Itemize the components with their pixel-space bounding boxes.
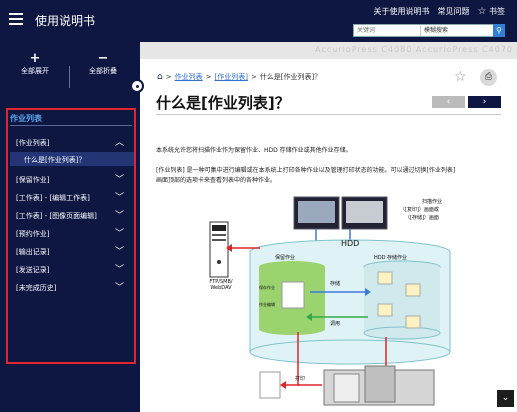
chevron-down-icon: ﹀ <box>114 211 124 221</box>
sidebar-item-output-record[interactable]: [输出记录] ﹀ <box>16 244 134 259</box>
bookmark-star-icon[interactable]: ☆ <box>454 69 467 85</box>
server-label: FTP/SMB/ WebDAV <box>209 279 233 291</box>
sidebar-tools: + 全部展开 − 全部折叠 <box>0 52 140 88</box>
bookmark-label: 书签 <box>489 7 505 16</box>
search-input[interactable] <box>354 25 414 36</box>
side-label-2: 作业编辑 <box>259 302 275 307</box>
home-icon[interactable]: ⌂ <box>157 72 163 82</box>
paragraph-intro: 本系统允许您将扫描作业作为保留作业、HDD 存储作业或其他作业存储。 <box>156 147 352 154</box>
scan-job-sub-2: （[存储]）画面 <box>405 215 439 221</box>
sidebar: + 全部展开 − 全部折叠 作业列表 [作业列表] ︿ 什么是[作业列表]？ [… <box>0 42 140 412</box>
chevron-down-icon: ﹀ <box>114 193 124 203</box>
hdd-job-label: HDD 存储作业 <box>374 255 408 261</box>
title-divider <box>156 114 501 115</box>
sidebar-item-incomplete-history[interactable]: [未完成历史] ﹀ <box>16 280 134 295</box>
expand-all-label: 全部展开 <box>21 67 49 75</box>
print-icon[interactable]: ⎙ <box>480 69 497 86</box>
sidebar-item-image-page-edit[interactable]: [工作表] - [图像页面编辑] ﹀ <box>16 208 134 223</box>
sidebar-item-label: [作业列表] <box>16 139 50 147</box>
about-link[interactable]: 关于使用说明书 <box>373 6 429 17</box>
sidebar-item-send-record[interactable]: [发送记录] ﹀ <box>16 262 134 277</box>
sidebar-item-label: [工作表] - [编辑工作表] <box>16 194 90 202</box>
sidebar-item-label: 什么是[作业列表]？ <box>24 156 86 164</box>
expand-all-button[interactable]: + 全部展开 <box>5 52 65 76</box>
product-banner: AccurioPress C4080 AccurioPress C4070 <box>140 42 517 59</box>
paragraph-desc-line2: 画面顶部的选项卡来查看列表中的各种作业。 <box>156 177 277 184</box>
sidebar-item-label: [发送记录] <box>16 266 50 274</box>
scan-job-label: 扫描作业 <box>422 199 443 205</box>
page-title: 什么是[作业列表]？ <box>156 94 290 112</box>
menu-icon[interactable] <box>9 13 23 25</box>
breadcrumb-current: 什么是[作业列表]？ <box>259 73 322 81</box>
job-flow-diagram: 扫描作业 （[复印]）画面或 （[存储]）画面 HDD HDD 存储作业 保留作… <box>200 192 500 407</box>
chevron-right-icon: › <box>482 97 487 107</box>
search-button[interactable]: ⚲ <box>493 24 505 37</box>
section-title: 作业列表 <box>10 114 42 123</box>
bookmark-link[interactable]: ☆ 书签 <box>477 6 505 17</box>
paragraph-desc-line1: [作业列表] 是一种可集中进行编辑或在本系统上打印各种作业以及管理打印状态的功能… <box>156 167 456 174</box>
minus-icon: − <box>97 51 109 66</box>
sidebar-item-label: [未完成历史] <box>16 284 57 292</box>
chevron-down-icon: ⌄ <box>501 393 510 403</box>
sidebar-item-label: [输出记录] <box>16 248 50 256</box>
star-icon: ☆ <box>477 6 487 17</box>
scan-job-sub-1: （[复印]）画面或 <box>400 207 439 213</box>
sidebar-item-hold-job[interactable]: [保留作业] ﹀ <box>16 172 134 187</box>
chevron-left-icon: ‹ <box>446 97 451 107</box>
tools-divider <box>69 66 70 88</box>
faq-link[interactable]: 常见问题 <box>437 6 469 17</box>
collapse-all-label: 全部折叠 <box>89 67 117 75</box>
store-label: 存储 <box>330 281 341 287</box>
top-links: 关于使用说明书 常见问题 ☆ 书签 <box>373 6 505 17</box>
section-divider <box>10 125 132 126</box>
breadcrumb-link[interactable]: [作业列表] <box>214 72 247 82</box>
sidebar-item-label: [保留作业] <box>16 176 50 184</box>
collapse-all-button[interactable]: − 全部折叠 <box>73 52 133 76</box>
search-icon: ⚲ <box>496 26 502 35</box>
sidebar-item-what-is-job-list[interactable]: 什么是[作业列表]？ <box>10 152 134 166</box>
sidebar-item-label: [预约作业] <box>16 230 50 238</box>
chevron-up-icon: ︿ <box>114 138 124 148</box>
side-label-1: 保存作业 <box>259 285 275 290</box>
hold-job-label: 保留作业 <box>275 255 296 261</box>
print-label: 打印 <box>295 376 306 382</box>
breadcrumb-link[interactable]: 作业列表 <box>175 72 203 82</box>
sidebar-item-reserved-job[interactable]: [预约作业] ﹀ <box>16 226 134 241</box>
plus-icon: + <box>29 51 41 66</box>
next-page-button[interactable]: › <box>468 96 501 108</box>
app-title: 使用说明书 <box>35 14 96 28</box>
hdd-label: HDD <box>341 239 360 248</box>
chevron-down-icon: ﹀ <box>114 265 124 275</box>
prev-page-button[interactable]: ‹ <box>432 96 465 108</box>
chevron-down-icon: ﹀ <box>114 247 124 257</box>
sidebar-item-edit-worksheet[interactable]: [工作表] - [编辑工作表] ﹀ <box>16 190 134 205</box>
chevron-down-icon: ﹀ <box>114 229 124 239</box>
diagram-graphic <box>209 196 451 406</box>
sidebar-item-job-list[interactable]: [作业列表] ︿ <box>16 135 134 150</box>
scroll-down-button[interactable]: ⌄ <box>497 390 514 407</box>
main-content: AccurioPress C4080 AccurioPress C4070 ⌂ … <box>140 42 517 412</box>
sidebar-item-label: [工作表] - [图像页面编辑] <box>16 212 97 220</box>
search-box: 模糊搜索 <box>353 24 505 37</box>
breadcrumb: ⌂ > 作业列表 > [作业列表] > 什么是[作业列表]？ <box>157 72 322 82</box>
chevron-down-icon: ﹀ <box>114 175 124 185</box>
search-mode-select[interactable]: 模糊搜索 <box>420 25 490 36</box>
recall-label: 调用 <box>330 321 341 327</box>
product-name: AccurioPress C4080 AccurioPress C4070 <box>315 45 513 54</box>
chevron-down-icon: ﹀ <box>114 283 124 293</box>
